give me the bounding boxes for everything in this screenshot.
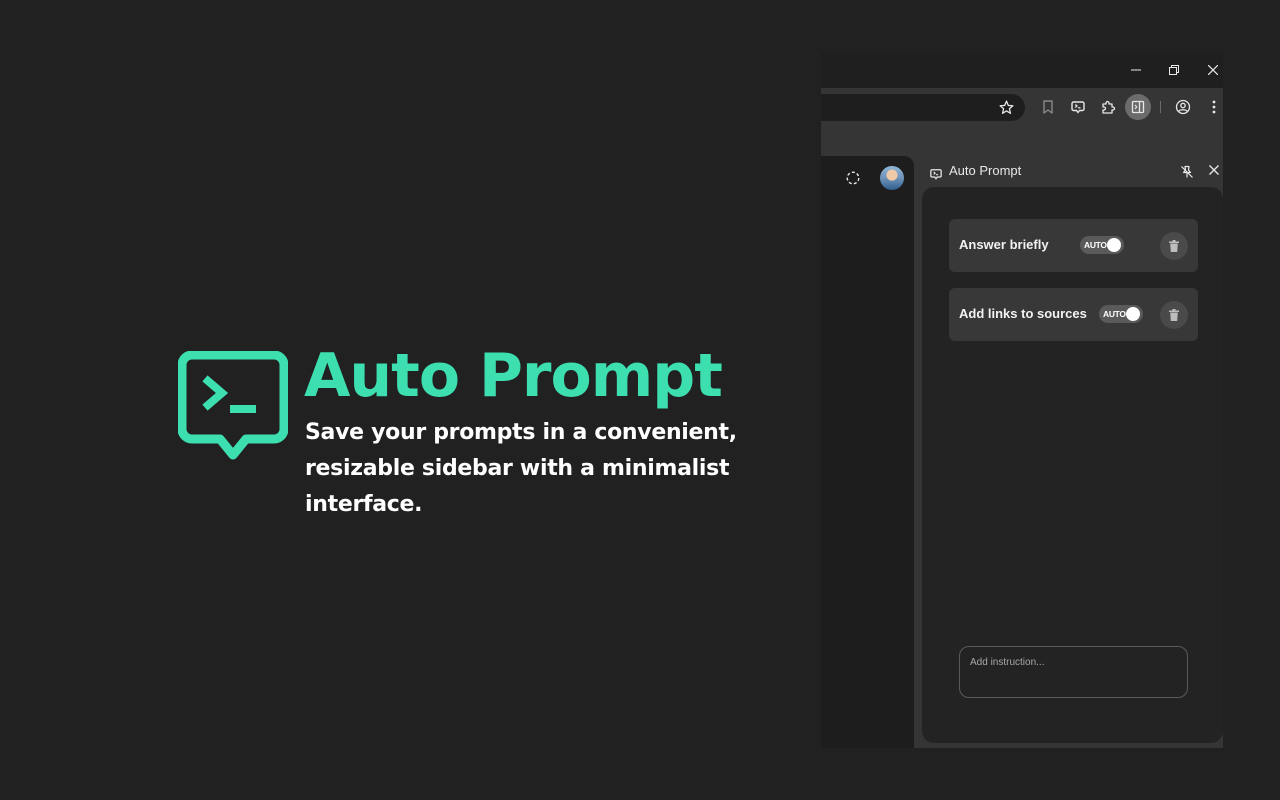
auto-prompt-icon — [930, 165, 942, 180]
terminal-chat-bubble-icon — [177, 350, 289, 463]
loading-circle-icon[interactable] — [845, 170, 861, 186]
web-page — [821, 156, 914, 748]
trash-icon — [1169, 306, 1179, 325]
auto-prompt-panel: Answer briefly AUTO Add links to sources… — [922, 187, 1223, 743]
auto-toggle-label: AUTO — [1103, 309, 1126, 319]
trash-icon — [1169, 237, 1179, 256]
browser-toolbar — [821, 88, 1223, 126]
puzzle-extensions-icon[interactable] — [1099, 98, 1117, 116]
hero-title: Auto Prompt — [304, 341, 723, 411]
auto-toggle[interactable]: AUTO — [1099, 305, 1143, 323]
auto-toggle-label: AUTO — [1084, 240, 1107, 250]
prompt-item[interactable]: Answer briefly AUTO — [949, 219, 1198, 272]
toolbar-separator — [1160, 101, 1161, 113]
more-menu-icon[interactable] — [1205, 98, 1223, 116]
star-icon[interactable] — [998, 99, 1015, 116]
toggle-knob — [1107, 238, 1121, 252]
restore-icon[interactable] — [1164, 60, 1184, 80]
address-bar[interactable] — [821, 94, 1025, 121]
browser-content: Auto Prompt Answer briefly AUTO Add link… — [821, 156, 1223, 748]
auto-toggle[interactable]: AUTO — [1080, 236, 1124, 254]
side-panel-icon[interactable] — [1125, 94, 1151, 120]
side-panel-title: Auto Prompt — [949, 163, 1022, 178]
bookmark-bar — [821, 126, 1223, 156]
side-panel-header: Auto Prompt — [922, 156, 1223, 186]
title-bar — [821, 52, 1223, 88]
bookmark-icon[interactable] — [1039, 98, 1057, 116]
browser-window: Auto Prompt Answer briefly AUTO Add link… — [821, 52, 1223, 748]
hero-subtitle: Save your prompts in a convenient, resiz… — [305, 420, 737, 517]
delete-prompt-button[interactable] — [1160, 232, 1188, 260]
profile-icon[interactable] — [1174, 98, 1192, 116]
delete-prompt-button[interactable] — [1160, 301, 1188, 329]
user-avatar[interactable] — [880, 166, 904, 190]
prompt-label: Answer briefly — [959, 237, 1049, 252]
add-instruction-input[interactable] — [959, 646, 1188, 698]
toggle-knob — [1126, 307, 1140, 321]
close-icon[interactable] — [1203, 60, 1223, 80]
minimize-icon[interactable] — [1126, 60, 1146, 80]
side-panel-close-icon[interactable] — [1206, 162, 1222, 178]
prompt-item[interactable]: Add links to sources AUTO — [949, 288, 1198, 341]
unpin-icon[interactable] — [1180, 164, 1194, 178]
prompt-label: Add links to sources — [959, 306, 1087, 321]
auto-prompt-extension-icon[interactable] — [1069, 98, 1087, 116]
